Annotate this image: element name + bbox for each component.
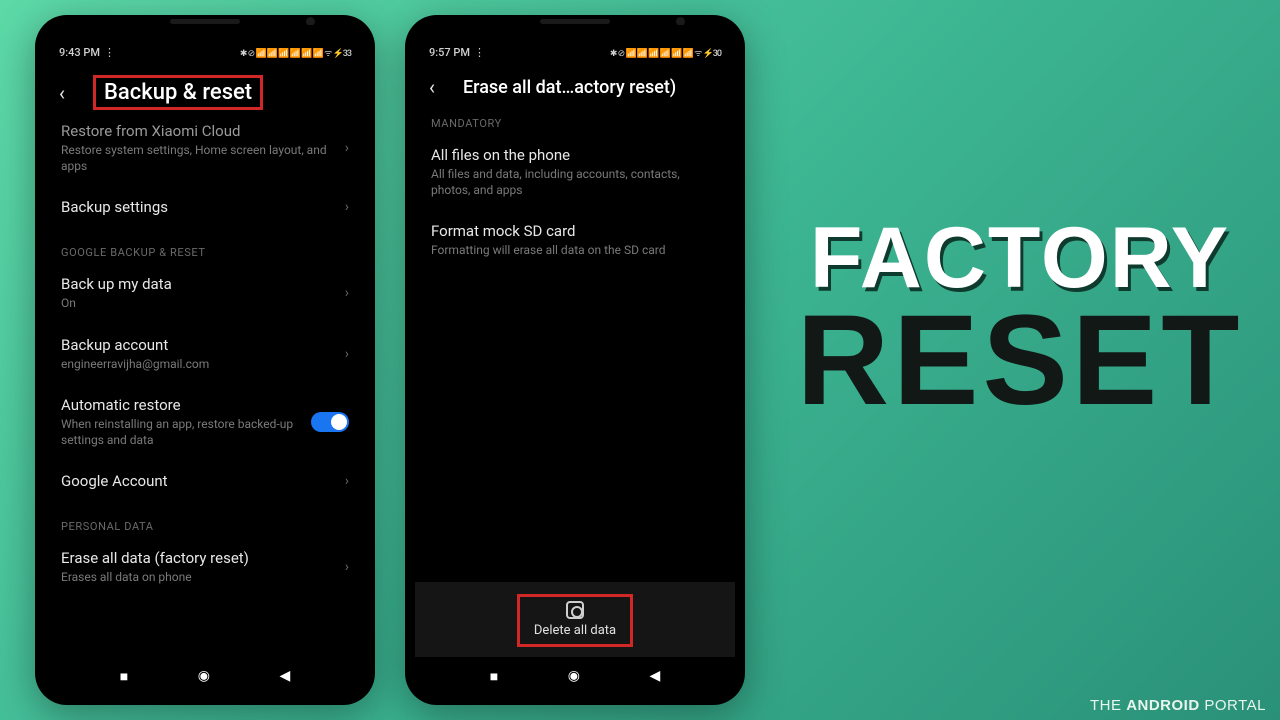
row-title: Backup settings bbox=[61, 198, 337, 216]
back-icon[interactable]: ‹ bbox=[429, 75, 451, 99]
nav-home-icon[interactable]: ◉ bbox=[568, 668, 580, 684]
app-bar: ‹ Erase all dat…actory reset) bbox=[415, 65, 735, 111]
chevron-right-icon: › bbox=[345, 559, 349, 575]
delete-icon bbox=[566, 601, 584, 619]
nav-back-icon[interactable]: ◀ bbox=[279, 668, 290, 684]
row-title: Restore from Xiaomi Cloud bbox=[61, 122, 337, 140]
status-time: 9:57 PM bbox=[429, 46, 470, 59]
row-erase-all-data[interactable]: Erase all data (factory reset) Erases al… bbox=[61, 537, 349, 597]
status-bar: 9:57 PM ⋮ ✱ ⊘ 📶 📶 📶 📶 📶 📶 ᯤ ⚡30 bbox=[415, 39, 735, 65]
row-backup-my-data[interactable]: Back up my data On › bbox=[61, 263, 349, 323]
status-indicator-icon: ⋮ bbox=[104, 46, 115, 59]
status-indicator-icon: ⋮ bbox=[474, 46, 485, 59]
speaker bbox=[540, 19, 610, 24]
row-subtitle: Formatting will erase all data on the SD… bbox=[431, 242, 719, 258]
row-subtitle: On bbox=[61, 295, 337, 311]
row-title: Automatic restore bbox=[61, 396, 311, 414]
delete-label: Delete all data bbox=[534, 623, 616, 638]
row-subtitle: engineerravijha@gmail.com bbox=[61, 356, 337, 372]
nav-recent-icon[interactable]: ■ bbox=[120, 668, 128, 685]
section-mandatory: MANDATORY bbox=[431, 111, 719, 134]
phone-mockup-erase-data: 9:57 PM ⋮ ✱ ⊘ 📶 📶 📶 📶 📶 📶 ᯤ ⚡30 ‹ Erase … bbox=[405, 15, 745, 705]
status-bar: 9:43 PM ⋮ ✱ ⊘ 📶 📶 📶 📶 📶 📶 ᯤ ⚡33 bbox=[45, 39, 365, 65]
row-subtitle: All files and data, including accounts, … bbox=[431, 166, 719, 198]
settings-list[interactable]: MANDATORY All files on the phone All fil… bbox=[415, 111, 735, 582]
navigation-bar: ■ ◉ ◀ bbox=[415, 657, 735, 695]
chevron-right-icon: › bbox=[345, 346, 349, 362]
row-title: All files on the phone bbox=[431, 146, 719, 164]
row-title: Backup account bbox=[61, 336, 337, 354]
settings-list[interactable]: Restore from Xiaomi Cloud Restore system… bbox=[45, 122, 365, 657]
row-subtitle: Restore system settings, Home screen lay… bbox=[61, 142, 337, 174]
row-title: Google Account bbox=[61, 472, 337, 490]
navigation-bar: ■ ◉ ◀ bbox=[45, 657, 365, 695]
row-title: Format mock SD card bbox=[431, 222, 719, 240]
page-title: Backup & reset bbox=[93, 75, 263, 110]
row-google-account[interactable]: Google Account › bbox=[61, 460, 349, 502]
watermark-bold: ANDROID bbox=[1126, 697, 1200, 714]
row-title: Back up my data bbox=[61, 275, 337, 293]
chevron-right-icon: › bbox=[345, 285, 349, 301]
back-icon[interactable]: ‹ bbox=[59, 81, 81, 105]
row-backup-account[interactable]: Backup account engineerravijha@gmail.com… bbox=[61, 324, 349, 384]
status-time: 9:43 PM bbox=[59, 46, 100, 59]
nav-back-icon[interactable]: ◀ bbox=[649, 668, 660, 684]
row-backup-settings[interactable]: Backup settings › bbox=[61, 186, 349, 228]
hero-line-reset: RESET bbox=[790, 303, 1250, 418]
watermark: THE ANDROID PORTAL bbox=[1090, 697, 1266, 714]
watermark-pre: THE bbox=[1090, 697, 1126, 714]
row-format-sd[interactable]: Format mock SD card Formatting will eras… bbox=[431, 210, 719, 270]
app-bar: ‹ Backup & reset bbox=[45, 65, 365, 122]
screen-backup-reset: 9:43 PM ⋮ ✱ ⊘ 📶 📶 📶 📶 📶 📶 ᯤ ⚡33 ‹ Backup… bbox=[45, 25, 365, 695]
row-restore-xiaomi-cloud[interactable]: Restore from Xiaomi Cloud Restore system… bbox=[61, 122, 349, 186]
bottom-action-bar: Delete all data bbox=[415, 582, 735, 657]
phone-mockup-backup-reset: 9:43 PM ⋮ ✱ ⊘ 📶 📶 📶 📶 📶 📶 ᯤ ⚡33 ‹ Backup… bbox=[35, 15, 375, 705]
chevron-right-icon: › bbox=[345, 473, 349, 489]
nav-home-icon[interactable]: ◉ bbox=[198, 668, 210, 684]
row-subtitle: When reinstalling an app, restore backed… bbox=[61, 416, 311, 448]
row-title: Erase all data (factory reset) bbox=[61, 549, 337, 567]
chevron-right-icon: › bbox=[345, 199, 349, 215]
hero-line-factory: FACTORY bbox=[790, 220, 1250, 297]
page-title: Erase all dat…actory reset) bbox=[463, 77, 676, 98]
hero-title: FACTORY RESET bbox=[790, 220, 1250, 419]
row-subtitle: Erases all data on phone bbox=[61, 569, 337, 585]
status-right-icons: ✱ ⊘ 📶 📶 📶 📶 📶 📶 ᯤ ⚡33 bbox=[240, 46, 351, 59]
delete-all-data-button[interactable]: Delete all data bbox=[517, 594, 633, 647]
nav-recent-icon[interactable]: ■ bbox=[490, 668, 498, 685]
status-right-icons: ✱ ⊘ 📶 📶 📶 📶 📶 📶 ᯤ ⚡30 bbox=[610, 46, 721, 59]
section-google-backup: GOOGLE BACKUP & RESET bbox=[61, 228, 349, 263]
speaker bbox=[170, 19, 240, 24]
section-personal-data: PERSONAL DATA bbox=[61, 502, 349, 537]
chevron-right-icon: › bbox=[345, 140, 349, 156]
toggle-automatic-restore[interactable] bbox=[311, 412, 349, 432]
watermark-post: PORTAL bbox=[1200, 697, 1266, 714]
screen-erase-data: 9:57 PM ⋮ ✱ ⊘ 📶 📶 📶 📶 📶 📶 ᯤ ⚡30 ‹ Erase … bbox=[415, 25, 735, 695]
row-all-files[interactable]: All files on the phone All files and dat… bbox=[431, 134, 719, 210]
row-automatic-restore[interactable]: Automatic restore When reinstalling an a… bbox=[61, 384, 349, 460]
